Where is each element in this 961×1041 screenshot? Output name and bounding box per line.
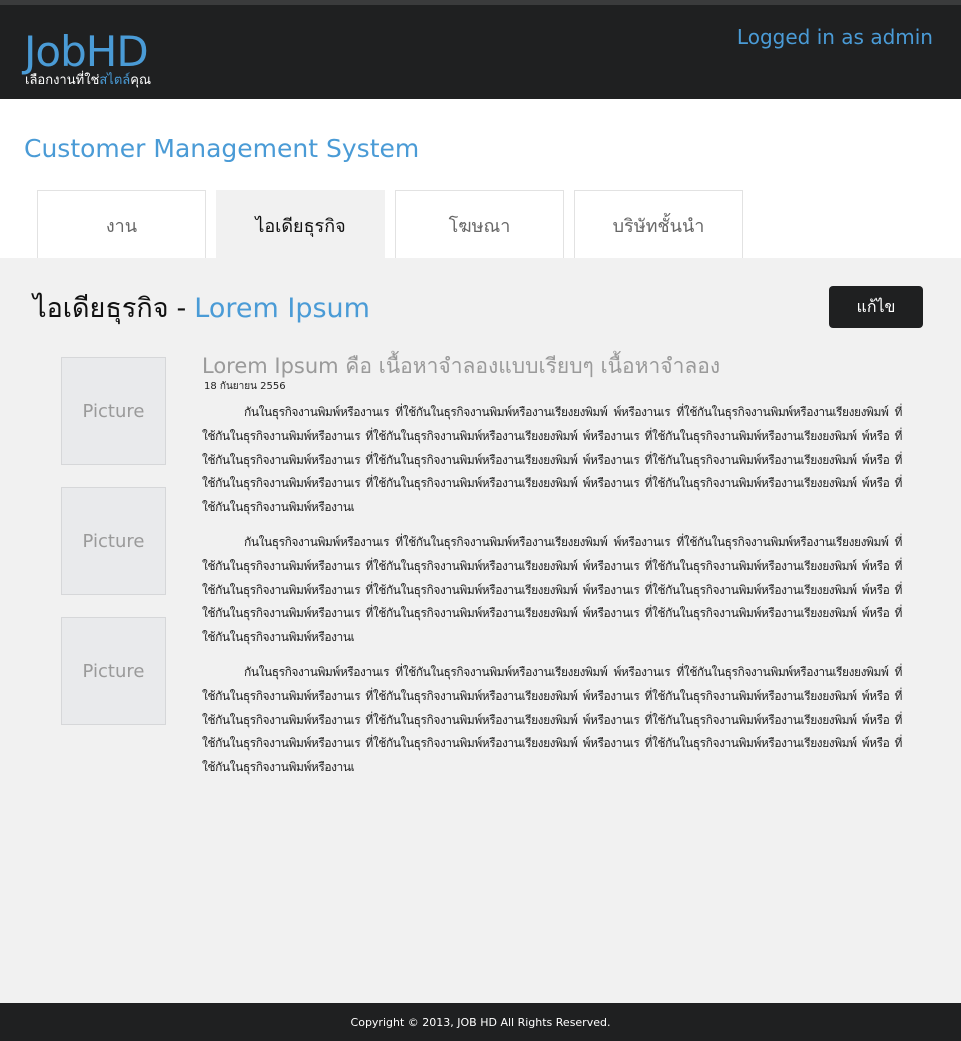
footer: Copyright © 2013, JOB HD All Rights Rese… bbox=[0, 1003, 961, 1041]
section-heading: ไอเดียธุรกิจ - Lorem Ipsum bbox=[33, 286, 370, 329]
tab-jobs[interactable]: งาน bbox=[37, 190, 206, 259]
article-date: 18 กันยายน 2556 bbox=[204, 381, 286, 392]
tagline-suffix: คุณ bbox=[130, 73, 152, 88]
article-paragraph: กันในธุรกิจงานพิมพ์หรืองานเร ที่ใช้กันใน… bbox=[202, 665, 902, 775]
section-heading-text: ไอเดียธุรกิจ bbox=[33, 293, 169, 324]
article-paragraph: กันในธุรกิจงานพิมพ์หรืองานเร ที่ใช้กันใน… bbox=[202, 405, 902, 515]
top-header: JobHD เลือกงานที่ใช่สไตล์คุณ Logged in a… bbox=[0, 0, 961, 99]
edit-button[interactable]: แก้ไข bbox=[829, 286, 923, 328]
picture-placeholder: Picture bbox=[61, 617, 166, 725]
picture-placeholder: Picture bbox=[61, 487, 166, 595]
article-paragraph: กันในธุรกิจงานพิมพ์หรืองานเร ที่ใช้กันใน… bbox=[202, 535, 902, 645]
tagline-prefix: เลือกงานที่ใช่ bbox=[25, 73, 100, 88]
login-status[interactable]: Logged in as admin bbox=[737, 25, 933, 49]
tab-leading-companies[interactable]: บริษัทชั้นนำ bbox=[574, 190, 743, 259]
picture-placeholder: Picture bbox=[61, 357, 166, 465]
section-heading-highlight: Lorem Ipsum bbox=[194, 293, 370, 324]
copyright-text: Copyright © 2013, JOB HD All Rights Rese… bbox=[350, 1015, 611, 1029]
tagline-accent: สไตล์ bbox=[99, 73, 131, 88]
main-content: ไอเดียธุรกิจ - Lorem Ipsum แก้ไข Picture P… bbox=[0, 258, 961, 1003]
tab-business-ideas[interactable]: ไอเดียธุรกิจ bbox=[216, 190, 385, 259]
tab-advertising[interactable]: โฆษณา bbox=[395, 190, 564, 259]
logo[interactable]: JobHD bbox=[24, 29, 149, 75]
page-title: Customer Management System bbox=[24, 134, 420, 163]
tagline: เลือกงานที่ใช่สไตล์คุณ bbox=[25, 73, 151, 89]
section-heading-separator: - bbox=[176, 293, 187, 324]
